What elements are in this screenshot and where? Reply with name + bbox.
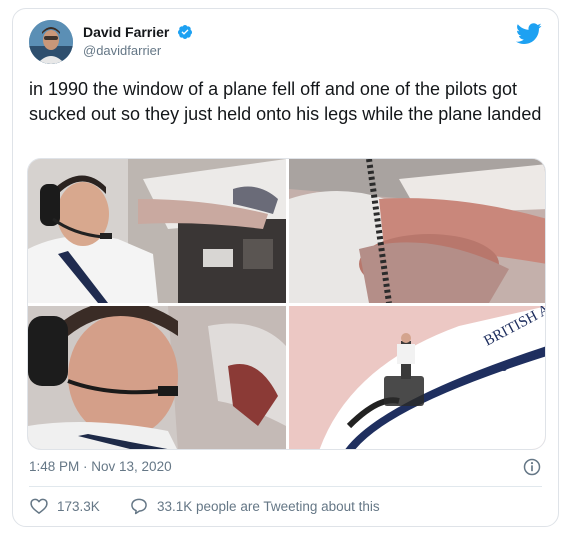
conversation-button[interactable]: 33.1K people are Tweeting about this <box>129 496 380 516</box>
comment-icon <box>131 498 147 515</box>
author-name[interactable]: David Farrier <box>83 24 193 40</box>
tweet-actions: 173.3K 33.1K people are Tweeting about t… <box>29 496 544 518</box>
tweet-timestamp[interactable]: 1:48 PM · Nov 13, 2020 <box>29 459 172 474</box>
tweet-text: in 1990 the window of a plane fell off a… <box>29 79 542 124</box>
divider <box>29 486 542 487</box>
man-holding-legs-photo[interactable] <box>289 159 545 303</box>
twitter-bird-icon[interactable] <box>516 23 542 45</box>
tweet-card: David Farrier @davidfarrier in 1990 the … <box>12 8 559 527</box>
info-icon[interactable] <box>522 457 542 477</box>
author-name-text[interactable]: David Farrier <box>83 24 169 40</box>
verified-badge-icon <box>178 25 193 39</box>
author-handle[interactable]: @davidfarrier <box>83 43 161 58</box>
heart-icon <box>30 498 48 514</box>
media-grid[interactable]: BRITISH AI <box>27 158 546 450</box>
conversation-text: 33.1K people are Tweeting about this <box>157 498 380 514</box>
pilot-close-up-photo[interactable] <box>28 306 286 449</box>
like-count: 173.3K <box>57 498 100 514</box>
author-avatar[interactable] <box>29 20 73 64</box>
plane-illustration-photo[interactable]: BRITISH AI <box>289 306 545 449</box>
pilot-in-cockpit-photo[interactable] <box>28 159 286 303</box>
like-button[interactable]: 173.3K <box>29 496 100 516</box>
